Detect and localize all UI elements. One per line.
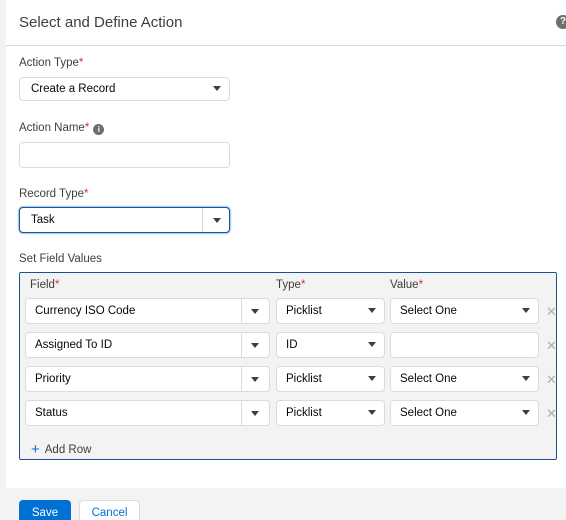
column-header-value: Value* — [390, 279, 424, 291]
type-select-row-3[interactable]: Picklist — [276, 366, 385, 392]
chevron-down-icon — [213, 218, 221, 223]
value-input-row-2[interactable] — [390, 332, 539, 358]
value-select-row-3[interactable]: Select One — [390, 366, 539, 392]
chevron-down-icon — [522, 376, 530, 381]
chevron-down-icon — [368, 342, 376, 347]
chevron-down-icon — [251, 343, 259, 348]
value-value: Select One — [400, 407, 457, 419]
type-value: Picklist — [286, 373, 322, 385]
question-icon[interactable]: ? — [556, 15, 566, 29]
remove-row-icon[interactable]: ✕ — [546, 373, 557, 386]
type-value: ID — [286, 339, 298, 351]
record-type-value: Task — [31, 214, 55, 226]
action-name-input[interactable] — [19, 142, 230, 168]
page-title: Select and Define Action — [19, 14, 183, 31]
chevron-down-icon — [251, 309, 259, 314]
chevron-down-icon — [368, 308, 376, 313]
type-value: Picklist — [286, 407, 322, 419]
field-select-assigned-to-id[interactable]: Assigned To ID — [25, 332, 270, 358]
field-select-priority[interactable]: Priority — [25, 366, 270, 392]
add-row-button[interactable]: + Add Row — [31, 441, 91, 458]
info-icon[interactable]: i — [93, 124, 105, 135]
type-value: Picklist — [286, 305, 322, 317]
remove-row-icon[interactable]: ✕ — [546, 339, 557, 352]
chevron-down-icon — [251, 411, 259, 416]
remove-row-icon[interactable]: ✕ — [546, 305, 557, 318]
field-values-table: Field* Type* Value* Currency ISO Code Pi… — [19, 272, 557, 460]
field-select-status[interactable]: Status — [25, 400, 270, 426]
plus-icon: + — [31, 441, 40, 458]
action-panel: Select and Define Action ? Action Type* … — [6, 0, 566, 488]
action-type-value: Create a Record — [31, 83, 116, 95]
select-divider — [241, 299, 242, 323]
panel-header: Select and Define Action ? — [6, 0, 566, 46]
field-value: Currency ISO Code — [35, 305, 136, 317]
type-select-row-2[interactable]: ID — [276, 332, 385, 358]
chevron-down-icon — [213, 86, 221, 91]
column-header-type: Type* — [276, 279, 306, 291]
column-header-field: Field* — [30, 279, 60, 291]
save-button[interactable]: Save — [19, 500, 71, 520]
field-value: Priority — [35, 373, 71, 385]
value-select-row-1[interactable]: Select One — [390, 298, 539, 324]
select-divider — [241, 367, 242, 391]
field-value: Status — [35, 407, 68, 419]
type-select-row-1[interactable]: Picklist — [276, 298, 385, 324]
value-value: Select One — [400, 373, 457, 385]
action-type-label: Action Type* — [19, 57, 84, 69]
value-value: Select One — [400, 305, 457, 317]
record-type-select[interactable]: Task — [19, 207, 230, 233]
action-type-select[interactable]: Create a Record — [19, 77, 230, 101]
chevron-down-icon — [522, 410, 530, 415]
field-select-currency-iso-code[interactable]: Currency ISO Code — [25, 298, 270, 324]
field-value: Assigned To ID — [35, 339, 113, 351]
cancel-button[interactable]: Cancel — [79, 500, 140, 520]
chevron-down-icon — [251, 377, 259, 382]
chevron-down-icon — [368, 410, 376, 415]
value-select-row-4[interactable]: Select One — [390, 400, 539, 426]
chevron-down-icon — [522, 308, 530, 313]
select-divider — [241, 401, 242, 425]
chevron-down-icon — [368, 376, 376, 381]
remove-row-icon[interactable]: ✕ — [546, 407, 557, 420]
type-select-row-4[interactable]: Picklist — [276, 400, 385, 426]
action-name-label: Action Name* i — [19, 122, 105, 135]
record-type-label: Record Type* — [19, 188, 89, 200]
select-divider — [202, 208, 203, 232]
set-field-values-label: Set Field Values — [19, 253, 102, 265]
add-row-label: Add Row — [44, 444, 92, 456]
select-divider — [241, 333, 242, 357]
